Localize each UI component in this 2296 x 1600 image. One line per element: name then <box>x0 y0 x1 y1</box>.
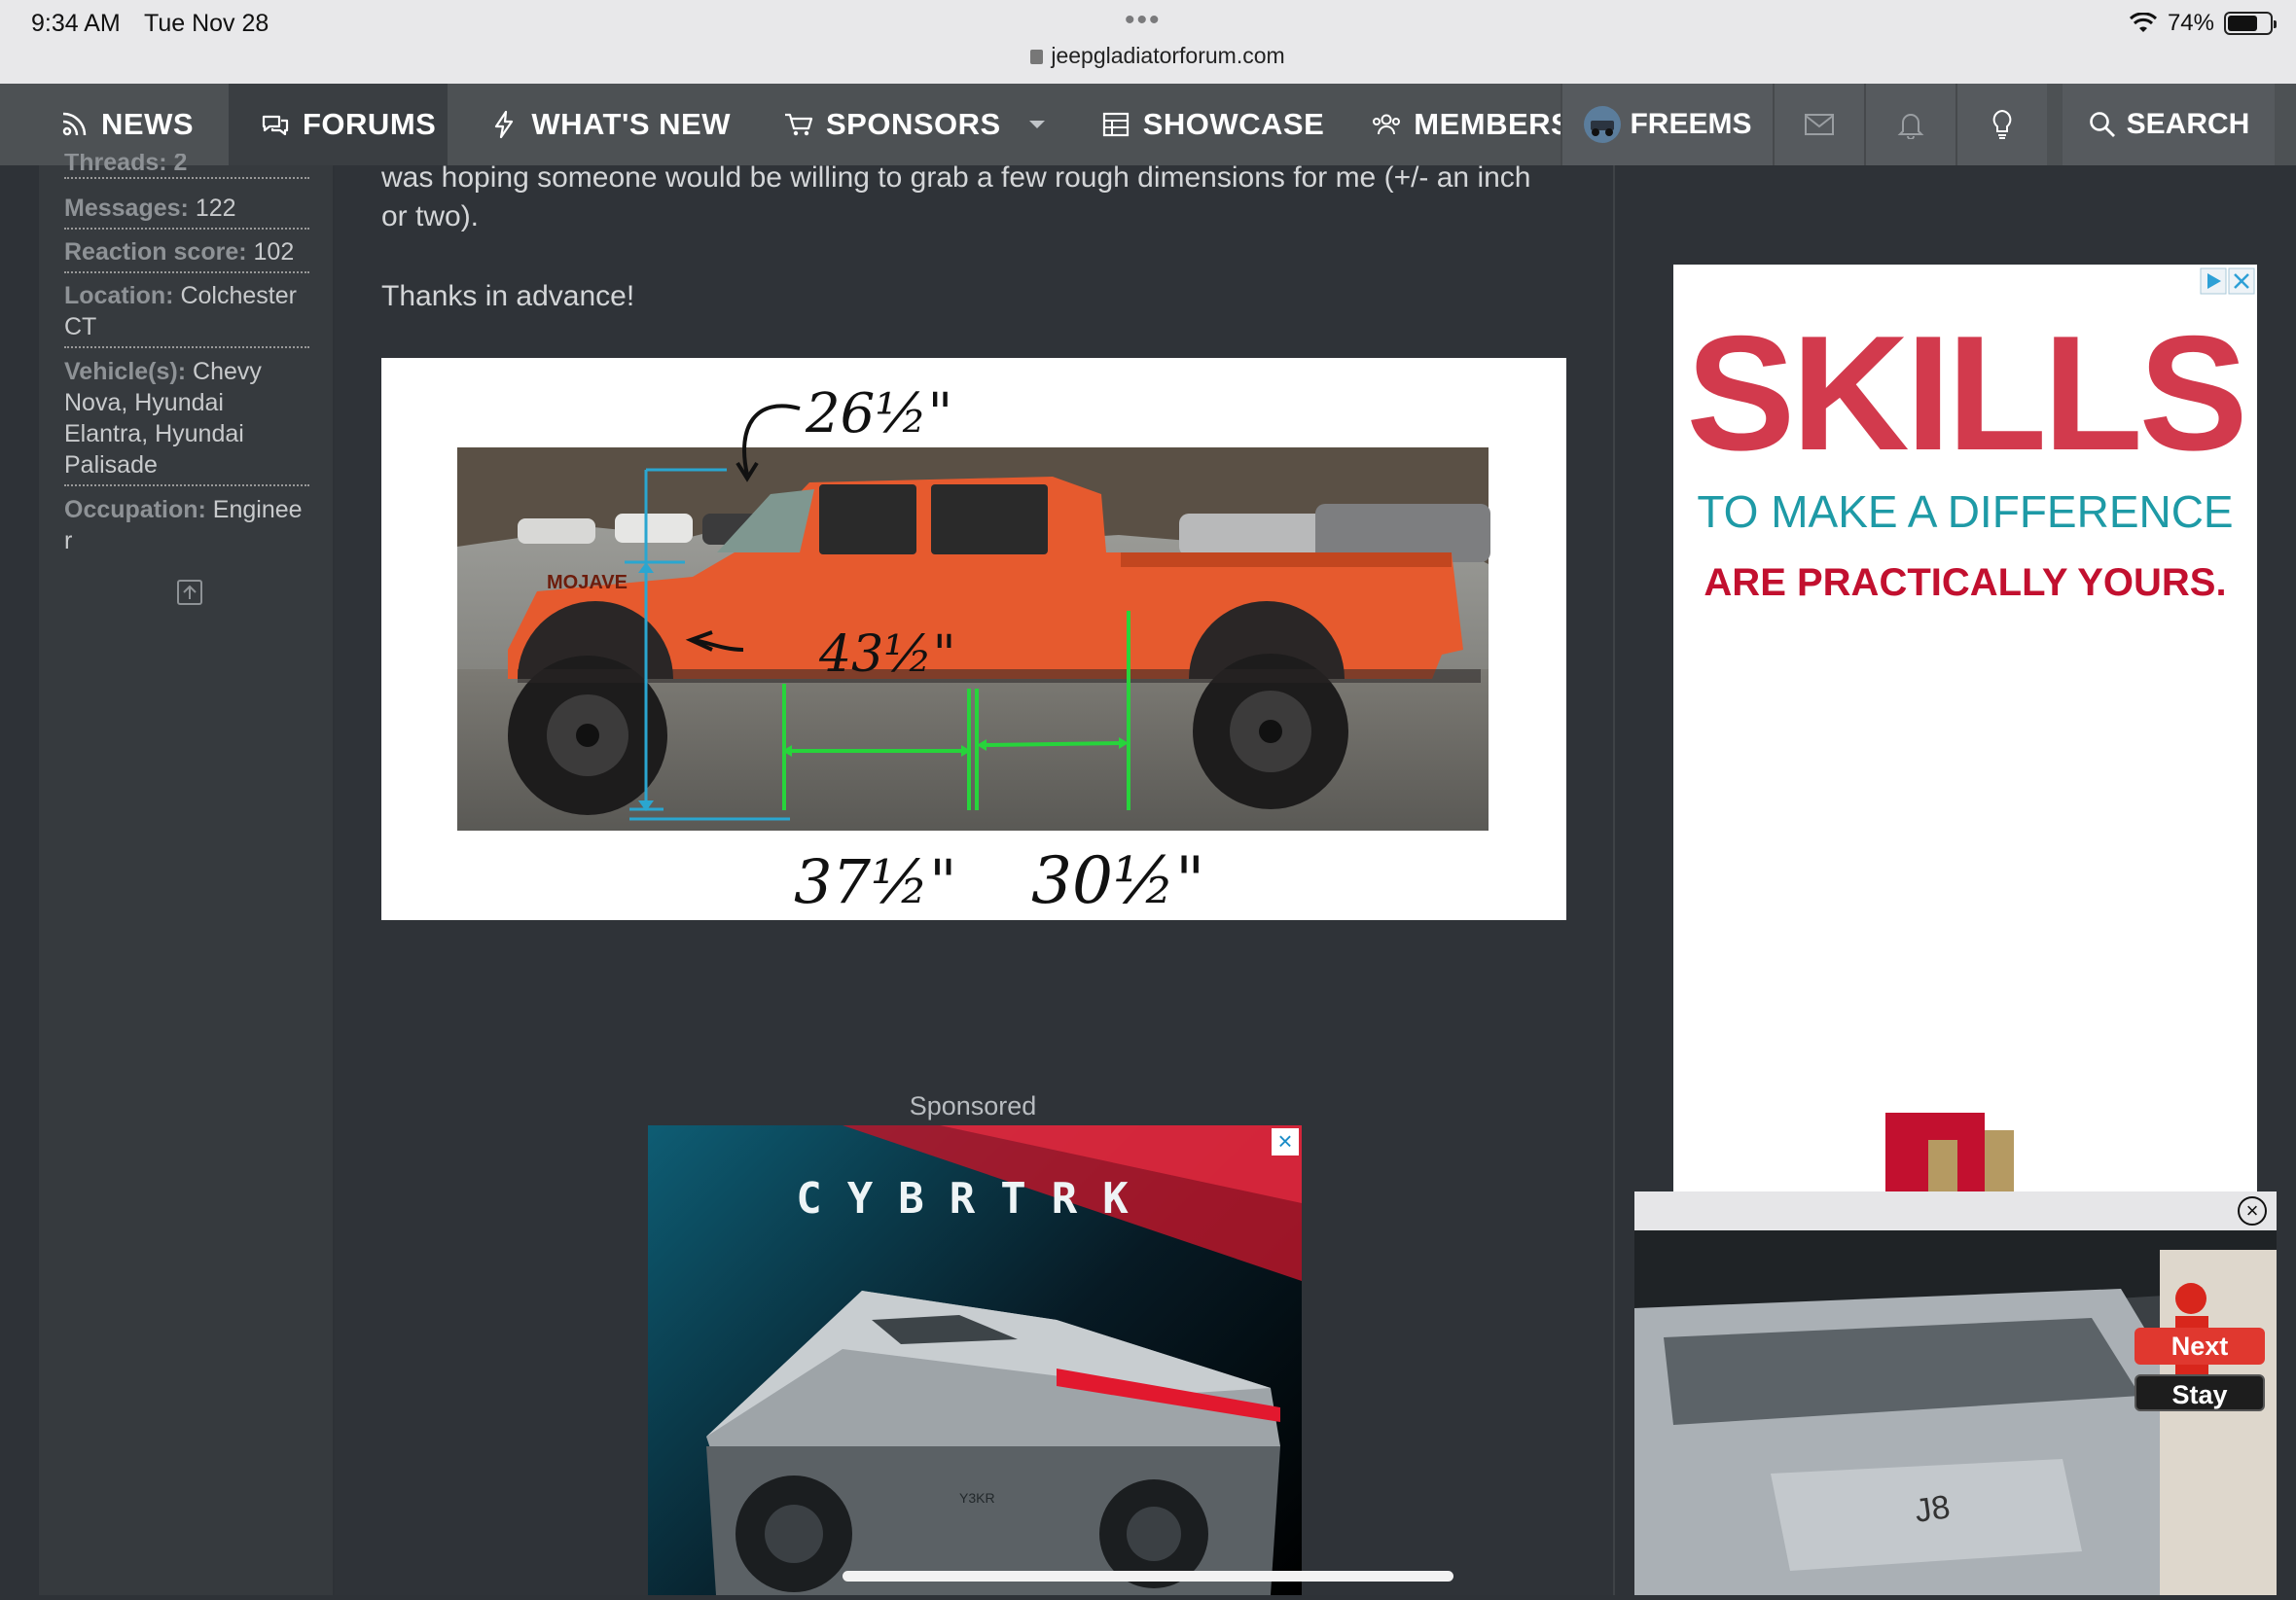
column-divider <box>1613 165 1615 1595</box>
annotated-truck-photo: MOJAVE 26½" 43½" 37½" 30½" <box>457 382 1490 918</box>
jeep-avatar-icon <box>1584 106 1622 143</box>
location-label: Location: <box>64 282 174 309</box>
nav-forums-label: FORUMS <box>303 107 437 141</box>
envelope-icon <box>1805 114 1834 135</box>
truck-badge: MOJAVE <box>547 572 628 593</box>
home-indicator[interactable] <box>843 1571 1453 1582</box>
post-image[interactable]: MOJAVE 26½" 43½" 37½" 30½" <box>381 358 1566 920</box>
nav-freems[interactable]: FREEMS <box>1561 84 1773 165</box>
inbox-button[interactable] <box>1773 84 1864 165</box>
reaction-value: 102 <box>253 238 295 266</box>
nav-freems-label: FREEMS <box>1630 108 1752 140</box>
nav-showcase-label: SHOWCASE <box>1142 107 1325 141</box>
annotation-middle: 43½" <box>818 625 956 684</box>
reaction-label: Reaction score: <box>64 238 247 266</box>
messages-stat: Messages: 122 <box>64 193 309 230</box>
nav-actions: FREEMS SEARCH <box>1561 84 2296 165</box>
video-next-button[interactable]: Next <box>2135 1328 2265 1365</box>
annotation-bottom-left: 37½" <box>794 846 957 917</box>
nav-sponsors[interactable]: SPONSORS <box>750 84 1067 165</box>
cart-icon <box>784 113 813 136</box>
messages-label: Messages: <box>64 195 189 222</box>
video-bar: × <box>1634 1191 2277 1230</box>
location-stat: Location: Colchester CT <box>64 280 309 348</box>
chat-icon <box>262 115 289 136</box>
scroll-up-icon[interactable] <box>175 578 204 607</box>
annotation-top: 26½" <box>805 382 952 445</box>
video-close-icon[interactable]: × <box>2238 1196 2267 1226</box>
ad-close-icon[interactable]: × <box>1272 1128 1299 1156</box>
post-text-line1: was hoping someone would be willing to g… <box>381 161 1531 194</box>
skills-ad-art: SKILLS TO MAKE A DIFFERENCE ARE PRACTICA… <box>1686 267 2255 1193</box>
battery-percent: 74% <box>2167 10 2214 36</box>
nav-members-label: MEMBERS <box>1414 107 1572 141</box>
cybertruck-ad[interactable]: CYBRTRK Y3KR × <box>648 1125 1302 1595</box>
grid-icon <box>1102 112 1129 137</box>
right-banner-ad[interactable]: SKILLS TO MAKE A DIFFERENCE ARE PRACTICA… <box>1673 265 2257 1193</box>
occupation-label: Occupation: <box>64 496 206 523</box>
threads-partial: Threads: 2 <box>64 154 188 176</box>
occupation-stat: Occupation: Engineer <box>64 494 309 560</box>
address-bar[interactable]: jeepgladiatorforum.com <box>1012 43 1304 69</box>
cybertruck-plate: Y3KR <box>959 1490 995 1506</box>
user-info-sidebar: Threads: 2 Messages: 122 Reaction score:… <box>39 154 333 1595</box>
threads-stat: Threads: 2 <box>64 154 309 179</box>
alerts-button[interactable] <box>1864 84 1955 165</box>
post-text-line2: or two). <box>381 200 480 232</box>
nav-showcase[interactable]: SHOWCASE <box>1067 84 1345 165</box>
status-time: 9:34 AM <box>31 10 121 37</box>
ad-headline: SKILLS <box>1686 302 2243 484</box>
vehicles-label: Vehicle(s): <box>64 358 187 385</box>
nav-whats-new[interactable]: WHAT'S NEW <box>448 84 750 165</box>
cybertruck-logo: CYBRTRK <box>796 1174 1153 1224</box>
vehicles-stat: Vehicle(s): Chevy Nova, Hyundai Elantra,… <box>64 356 309 486</box>
nav-spacer <box>2047 84 2063 165</box>
battery-icon <box>2224 12 2277 35</box>
main-nav: NEWS FORUMS WHAT'S NEW SPONSORS SHOWCASE… <box>0 84 2296 165</box>
multitask-dots-icon[interactable]: ••• <box>1125 4 1162 37</box>
ad-line1: TO MAKE A DIFFERENCE <box>1697 486 2233 537</box>
url-text: jeepgladiatorforum.com <box>1051 43 1285 68</box>
reaction-stat: Reaction score: 102 <box>64 236 309 273</box>
nav-whats-new-label: WHAT'S NEW <box>531 107 731 141</box>
nav-news-label: NEWS <box>101 107 194 141</box>
video-player[interactable]: × J8 Next Stay <box>1634 1191 2277 1595</box>
ideas-button[interactable] <box>1955 84 2047 165</box>
search-icon <box>2089 112 2115 137</box>
nav-sponsors-label: SPONSORS <box>825 107 1001 141</box>
search-button[interactable]: SEARCH <box>2063 84 2275 165</box>
lightbulb-icon <box>1992 109 2012 139</box>
sponsored-label: Sponsored <box>909 1091 1037 1120</box>
status-date: Tue Nov 28 <box>144 10 269 37</box>
post-thanks: Thanks in advance! <box>381 280 635 312</box>
messages-value: 122 <box>195 195 236 222</box>
lock-icon <box>1030 50 1044 64</box>
browser-status-bar: 9:34 AM Tue Nov 28 ••• jeepgladiatorforu… <box>0 0 2296 84</box>
lightning-icon <box>495 110 514 139</box>
status-indicators: 74% <box>2129 10 2277 37</box>
ad-line2: ARE PRACTICALLY YOURS. <box>1704 561 2226 604</box>
video-badge: J8 <box>1913 1488 1953 1530</box>
users-icon <box>1373 114 1401 135</box>
wifi-icon <box>2129 13 2157 32</box>
annotation-bottom-right: 30½" <box>1031 843 1204 918</box>
video-stay-button[interactable]: Stay <box>2135 1374 2265 1411</box>
chevron-down-icon[interactable] <box>1026 114 1048 135</box>
news-icon <box>62 112 87 136</box>
bell-icon <box>1897 114 1924 139</box>
cybertruck-ad-art: CYBRTRK Y3KR <box>706 1125 1302 1595</box>
search-label: SEARCH <box>2126 108 2250 140</box>
